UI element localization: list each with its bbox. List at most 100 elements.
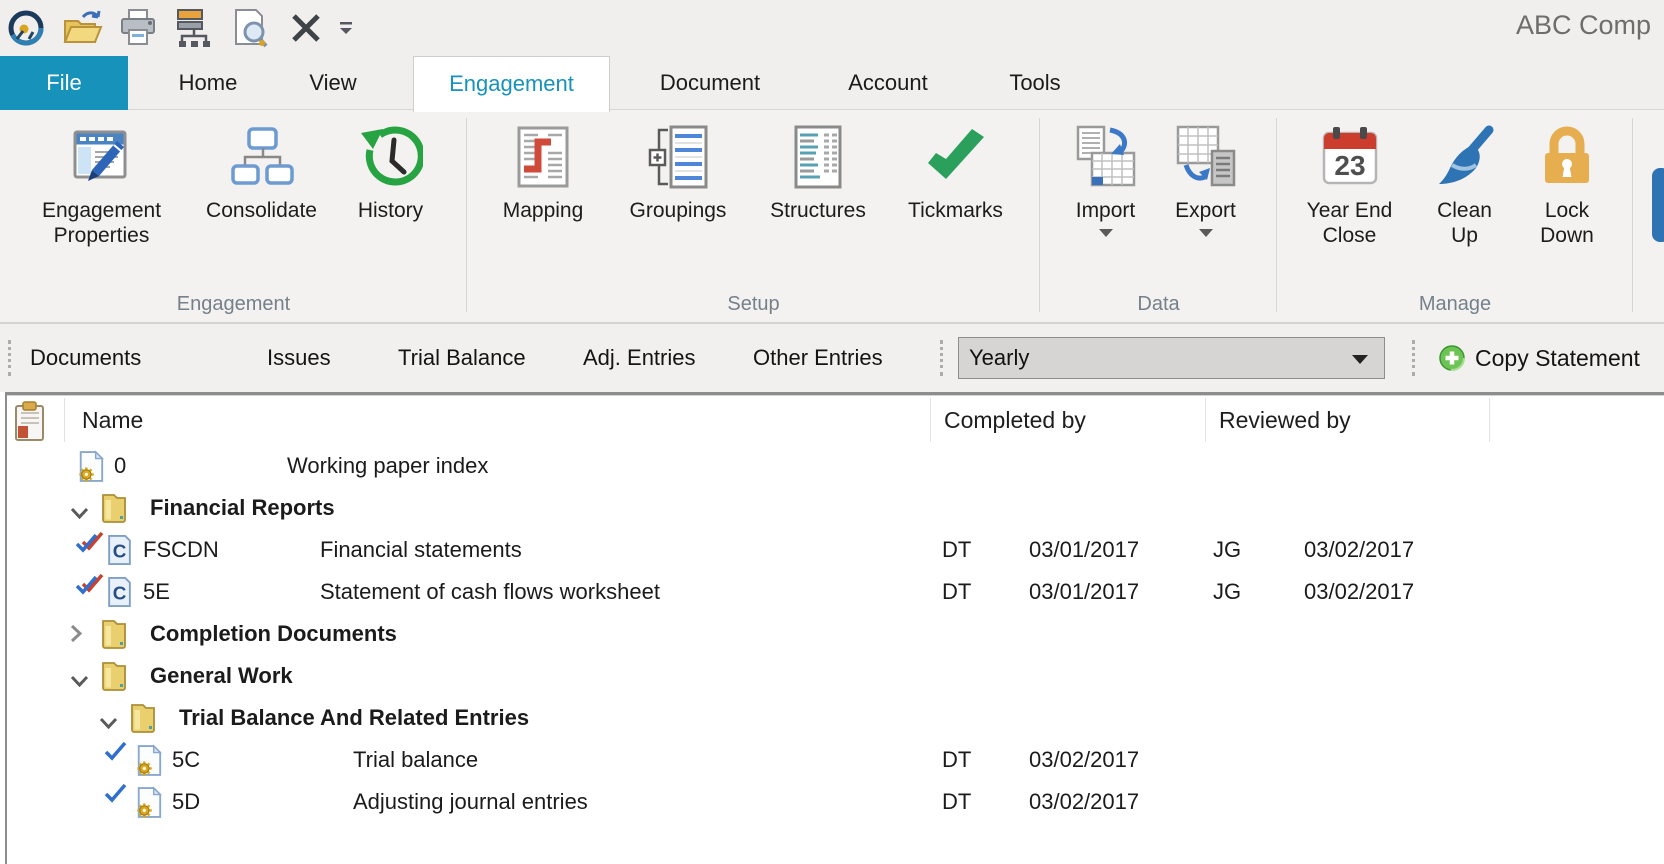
ribbon-group-setup: Mapping Groupings Structures Tickmarks bbox=[467, 110, 1040, 322]
tab-file[interactable]: File bbox=[0, 56, 128, 110]
copy-statement-button[interactable]: Copy Statement bbox=[1438, 338, 1640, 378]
year-end-close-button[interactable]: 23 Year End Close bbox=[1285, 122, 1415, 248]
tab-home[interactable]: Home bbox=[148, 56, 268, 110]
caseview-document-icon: C bbox=[106, 576, 133, 614]
column-header-reviewed-by[interactable]: Reviewed by bbox=[1219, 396, 1351, 444]
doc-description: Adjusting journal entries bbox=[353, 781, 588, 823]
delete-icon[interactable] bbox=[284, 8, 328, 48]
plus-circle-icon bbox=[1438, 344, 1466, 372]
export-icon bbox=[1173, 124, 1239, 190]
tickmarks-button[interactable]: Tickmarks bbox=[888, 122, 1023, 223]
ribbon-group-label: Engagement bbox=[0, 293, 467, 316]
ribbon-button-label: Structures bbox=[770, 198, 866, 223]
folder-icon bbox=[100, 492, 128, 530]
automatic-document-icon bbox=[77, 450, 105, 489]
tree-row-document[interactable]: 5CTrial balanceDT03/02/2017 bbox=[7, 739, 1664, 781]
document-tree: 0Working paper indexFinancial ReportsCFS… bbox=[7, 445, 1664, 823]
doc-number: FSCDN bbox=[143, 529, 219, 571]
documents-header-icon[interactable] bbox=[10, 399, 52, 448]
automatic-document-icon bbox=[135, 744, 163, 783]
checkmark-icon bbox=[75, 573, 105, 601]
structures-button[interactable]: Structures bbox=[748, 122, 888, 223]
history-icon bbox=[358, 124, 424, 190]
folder-icon bbox=[129, 702, 157, 740]
checkmark-icon bbox=[104, 783, 128, 809]
tree-row-folder[interactable]: Trial Balance And Related Entries bbox=[7, 697, 1664, 739]
tree-row-document[interactable]: 5DAdjusting journal entriesDT03/02/2017 bbox=[7, 781, 1664, 823]
toolbar-link-adj-entries[interactable]: Adj. Entries bbox=[583, 324, 696, 392]
column-divider[interactable] bbox=[1489, 398, 1490, 442]
doc-description: Trial balance bbox=[353, 739, 478, 781]
toolbar-separator bbox=[940, 340, 943, 376]
folder-name: Trial Balance And Related Entries bbox=[179, 697, 529, 739]
clean-up-icon bbox=[1432, 124, 1498, 190]
ribbon-button-label: Clean Up bbox=[1430, 198, 1500, 248]
doc-number: 0 bbox=[114, 445, 126, 487]
import-button[interactable]: Import bbox=[1056, 122, 1156, 237]
ribbon-button-label: Export bbox=[1175, 198, 1236, 223]
tree-row-folder[interactable]: Financial Reports bbox=[7, 487, 1664, 529]
engagement-properties-button[interactable]: Engagement Properties bbox=[16, 122, 188, 248]
ribbon-button-label: Mapping bbox=[503, 198, 584, 223]
tree-row-document[interactable]: CFSCDNFinancial statementsDT03/01/2017JG… bbox=[7, 529, 1664, 571]
tree-row-document[interactable]: 0 Working paper index bbox=[7, 445, 1664, 487]
dropdown-caret-icon[interactable] bbox=[1099, 229, 1113, 237]
lock-down-button[interactable]: Lock Down bbox=[1515, 122, 1620, 248]
completed-date: 03/02/2017 bbox=[1029, 781, 1139, 823]
ribbon-button-label: Year End Close bbox=[1295, 198, 1405, 248]
tree-row-document[interactable]: C5EStatement of cash flows worksheetDT03… bbox=[7, 571, 1664, 613]
tree-row-folder[interactable]: Completion Documents bbox=[7, 613, 1664, 655]
doc-description: Statement of cash flows worksheet bbox=[320, 571, 660, 613]
tab-tools[interactable]: Tools bbox=[975, 56, 1095, 110]
period-selector-dropdown[interactable]: Yearly bbox=[958, 337, 1385, 379]
import-icon bbox=[1073, 124, 1139, 190]
folder-name: Completion Documents bbox=[150, 613, 397, 655]
chevron-right-icon[interactable] bbox=[70, 623, 82, 649]
doc-description: Working paper index bbox=[287, 445, 488, 487]
chevron-down-icon[interactable] bbox=[99, 709, 118, 735]
column-divider[interactable] bbox=[1205, 398, 1206, 442]
toolbar-separator bbox=[1412, 340, 1415, 376]
print-preview-icon[interactable] bbox=[228, 8, 272, 48]
ribbon-button-label: Consolidate bbox=[206, 198, 317, 223]
mapping-button[interactable]: Mapping bbox=[478, 122, 608, 223]
toolbar-grip[interactable] bbox=[8, 340, 11, 376]
consolidate-button[interactable]: Consolidate bbox=[188, 122, 336, 223]
history-button[interactable]: History bbox=[336, 122, 446, 223]
column-divider[interactable] bbox=[64, 398, 65, 442]
completed-by: DT bbox=[942, 529, 971, 571]
toolbar-link-documents[interactable]: Documents bbox=[30, 324, 141, 392]
folder-name: Financial Reports bbox=[150, 487, 335, 529]
window-title: ABC Comp bbox=[1516, 10, 1651, 41]
caseware-logo-icon[interactable] bbox=[4, 8, 48, 48]
chevron-down-icon[interactable] bbox=[70, 499, 89, 525]
groupings-button[interactable]: Groupings bbox=[608, 122, 748, 223]
tab-document[interactable]: Document bbox=[622, 56, 798, 110]
completed-by: DT bbox=[942, 739, 971, 781]
chevron-down-icon[interactable] bbox=[70, 667, 89, 693]
tab-engagement[interactable]: Engagement bbox=[413, 56, 610, 112]
print-icon[interactable] bbox=[116, 8, 160, 48]
reviewed-by: JG bbox=[1213, 529, 1241, 571]
clipped-ribbon-button[interactable] bbox=[1652, 168, 1664, 242]
toolbar-link-trial-balance[interactable]: Trial Balance bbox=[398, 324, 526, 392]
document-organizer-icon[interactable] bbox=[172, 8, 216, 48]
tab-view[interactable]: View bbox=[273, 56, 393, 110]
clean-up-button[interactable]: Clean Up bbox=[1415, 122, 1515, 248]
toolbar-link-issues[interactable]: Issues bbox=[267, 324, 331, 392]
open-file-icon[interactable] bbox=[60, 8, 104, 48]
ribbon-button-label: History bbox=[358, 198, 423, 223]
customize-toolbar-caret-icon[interactable] bbox=[332, 8, 360, 48]
ribbon-button-label: Tickmarks bbox=[908, 198, 1003, 223]
column-header-name[interactable]: Name bbox=[82, 396, 143, 444]
export-button[interactable]: Export bbox=[1156, 122, 1256, 237]
column-header-completed-by[interactable]: Completed by bbox=[944, 396, 1086, 444]
column-divider[interactable] bbox=[930, 398, 931, 442]
ribbon: Engagement Properties Consolidate Histor… bbox=[0, 110, 1664, 324]
dropdown-caret-icon[interactable] bbox=[1199, 229, 1213, 237]
tree-row-folder[interactable]: General Work bbox=[7, 655, 1664, 697]
tickmarks-icon bbox=[923, 124, 989, 190]
tab-account[interactable]: Account bbox=[808, 56, 968, 110]
checkmark-icon bbox=[75, 531, 105, 559]
toolbar-link-other-entries[interactable]: Other Entries bbox=[753, 324, 883, 392]
